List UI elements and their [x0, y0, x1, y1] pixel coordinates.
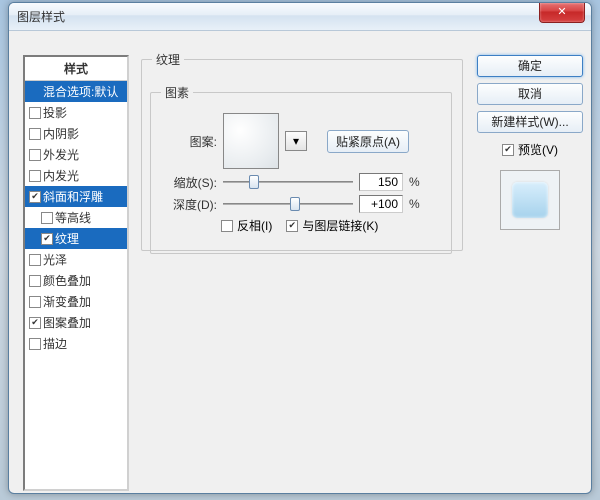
dialog-content: 样式 混合选项:默认 投影内阴影外发光内发光斜面和浮雕等高线纹理光泽颜色叠加渐变…: [17, 39, 583, 485]
checkbox-icon: [286, 220, 298, 232]
style-row-8[interactable]: 颜色叠加: [25, 270, 127, 291]
style-label: 颜色叠加: [43, 272, 91, 289]
slider-thumb[interactable]: [290, 197, 300, 211]
style-row-0[interactable]: 投影: [25, 102, 127, 123]
style-label: 光泽: [43, 251, 67, 268]
checkbox-icon[interactable]: [41, 233, 53, 245]
scale-input[interactable]: [359, 173, 403, 191]
preview-label: 预览(V): [518, 141, 558, 158]
style-row-9[interactable]: 渐变叠加: [25, 291, 127, 312]
checkbox-icon[interactable]: [29, 149, 41, 161]
invert-label: 反相(I): [237, 217, 272, 234]
checkbox-icon[interactable]: [29, 317, 41, 329]
titlebar[interactable]: 图层样式 ✕: [9, 3, 591, 31]
style-row-3[interactable]: 内发光: [25, 165, 127, 186]
checkbox-icon: [502, 144, 514, 156]
blending-options-row[interactable]: 混合选项:默认: [25, 81, 127, 102]
right-button-column: 确定 取消 新建样式(W)... 预览(V): [477, 55, 583, 230]
window-title: 图层样式: [17, 8, 65, 25]
pattern-label: 图案:: [161, 133, 217, 150]
depth-unit: %: [409, 197, 423, 211]
checkbox-icon[interactable]: [29, 296, 41, 308]
preview-inner: [512, 182, 548, 218]
checkbox-icon[interactable]: [41, 212, 53, 224]
scale-slider[interactable]: [223, 173, 353, 191]
style-label: 斜面和浮雕: [43, 188, 103, 205]
close-icon: ✕: [557, 6, 566, 18]
checkbox-icon[interactable]: [29, 254, 41, 266]
styles-header: 样式: [25, 57, 127, 81]
style-label: 图案叠加: [43, 314, 91, 331]
preview-checkbox[interactable]: 预览(V): [477, 141, 583, 158]
checkbox-icon[interactable]: [29, 170, 41, 182]
preview-swatch: [500, 170, 560, 230]
checkbox-icon[interactable]: [29, 107, 41, 119]
checkbox-icon[interactable]: [29, 338, 41, 350]
texture-fieldset: 纹理 图素 图案: ▾ 贴紧原点(A) 缩放(S):: [141, 51, 463, 251]
style-label: 内发光: [43, 167, 79, 184]
ok-button[interactable]: 确定: [477, 55, 583, 77]
pattern-dropdown-button[interactable]: ▾: [285, 131, 307, 151]
style-row-6[interactable]: 纹理: [25, 228, 127, 249]
style-row-4[interactable]: 斜面和浮雕: [25, 186, 127, 207]
style-row-10[interactable]: 图案叠加: [25, 312, 127, 333]
style-row-7[interactable]: 光泽: [25, 249, 127, 270]
scale-label: 缩放(S):: [161, 174, 217, 191]
chevron-down-icon: ▾: [293, 134, 299, 148]
style-label: 投影: [43, 104, 67, 121]
style-label: 纹理: [55, 230, 79, 247]
style-row-5[interactable]: 等高线: [25, 207, 127, 228]
style-label: 等高线: [55, 209, 91, 226]
style-label: 外发光: [43, 146, 79, 163]
style-row-1[interactable]: 内阴影: [25, 123, 127, 144]
depth-label: 深度(D):: [161, 196, 217, 213]
style-row-2[interactable]: 外发光: [25, 144, 127, 165]
close-button[interactable]: ✕: [539, 3, 585, 23]
invert-checkbox[interactable]: 反相(I): [221, 217, 272, 234]
snap-to-origin-button[interactable]: 贴紧原点(A): [327, 130, 409, 153]
depth-input[interactable]: [359, 195, 403, 213]
checkbox-icon[interactable]: [29, 128, 41, 140]
blending-options-label: 混合选项:默认: [43, 83, 118, 100]
slider-track: [223, 181, 353, 183]
new-style-button[interactable]: 新建样式(W)...: [477, 111, 583, 133]
element-fieldset: 图素 图案: ▾ 贴紧原点(A) 缩放(S):: [150, 84, 452, 254]
slider-thumb[interactable]: [249, 175, 259, 189]
style-label: 内阴影: [43, 125, 79, 142]
depth-slider[interactable]: [223, 195, 353, 213]
checkbox-icon[interactable]: [29, 275, 41, 287]
scale-unit: %: [409, 175, 423, 189]
cancel-button[interactable]: 取消: [477, 83, 583, 105]
dialog-window: 图层样式 ✕ 样式 混合选项:默认 投影内阴影外发光内发光斜面和浮雕等高线纹理光…: [8, 2, 592, 494]
element-legend: 图素: [161, 84, 193, 101]
link-label: 与图层链接(K): [302, 217, 378, 234]
styles-list-panel: 样式 混合选项:默认 投影内阴影外发光内发光斜面和浮雕等高线纹理光泽颜色叠加渐变…: [23, 55, 129, 491]
texture-legend: 纹理: [152, 51, 184, 68]
link-with-layer-checkbox[interactable]: 与图层链接(K): [286, 217, 378, 234]
style-label: 描边: [43, 335, 67, 352]
checkbox-icon[interactable]: [29, 191, 41, 203]
style-label: 渐变叠加: [43, 293, 91, 310]
slider-track: [223, 203, 353, 205]
pattern-swatch[interactable]: [223, 113, 279, 169]
checkbox-icon: [221, 220, 233, 232]
style-row-11[interactable]: 描边: [25, 333, 127, 354]
